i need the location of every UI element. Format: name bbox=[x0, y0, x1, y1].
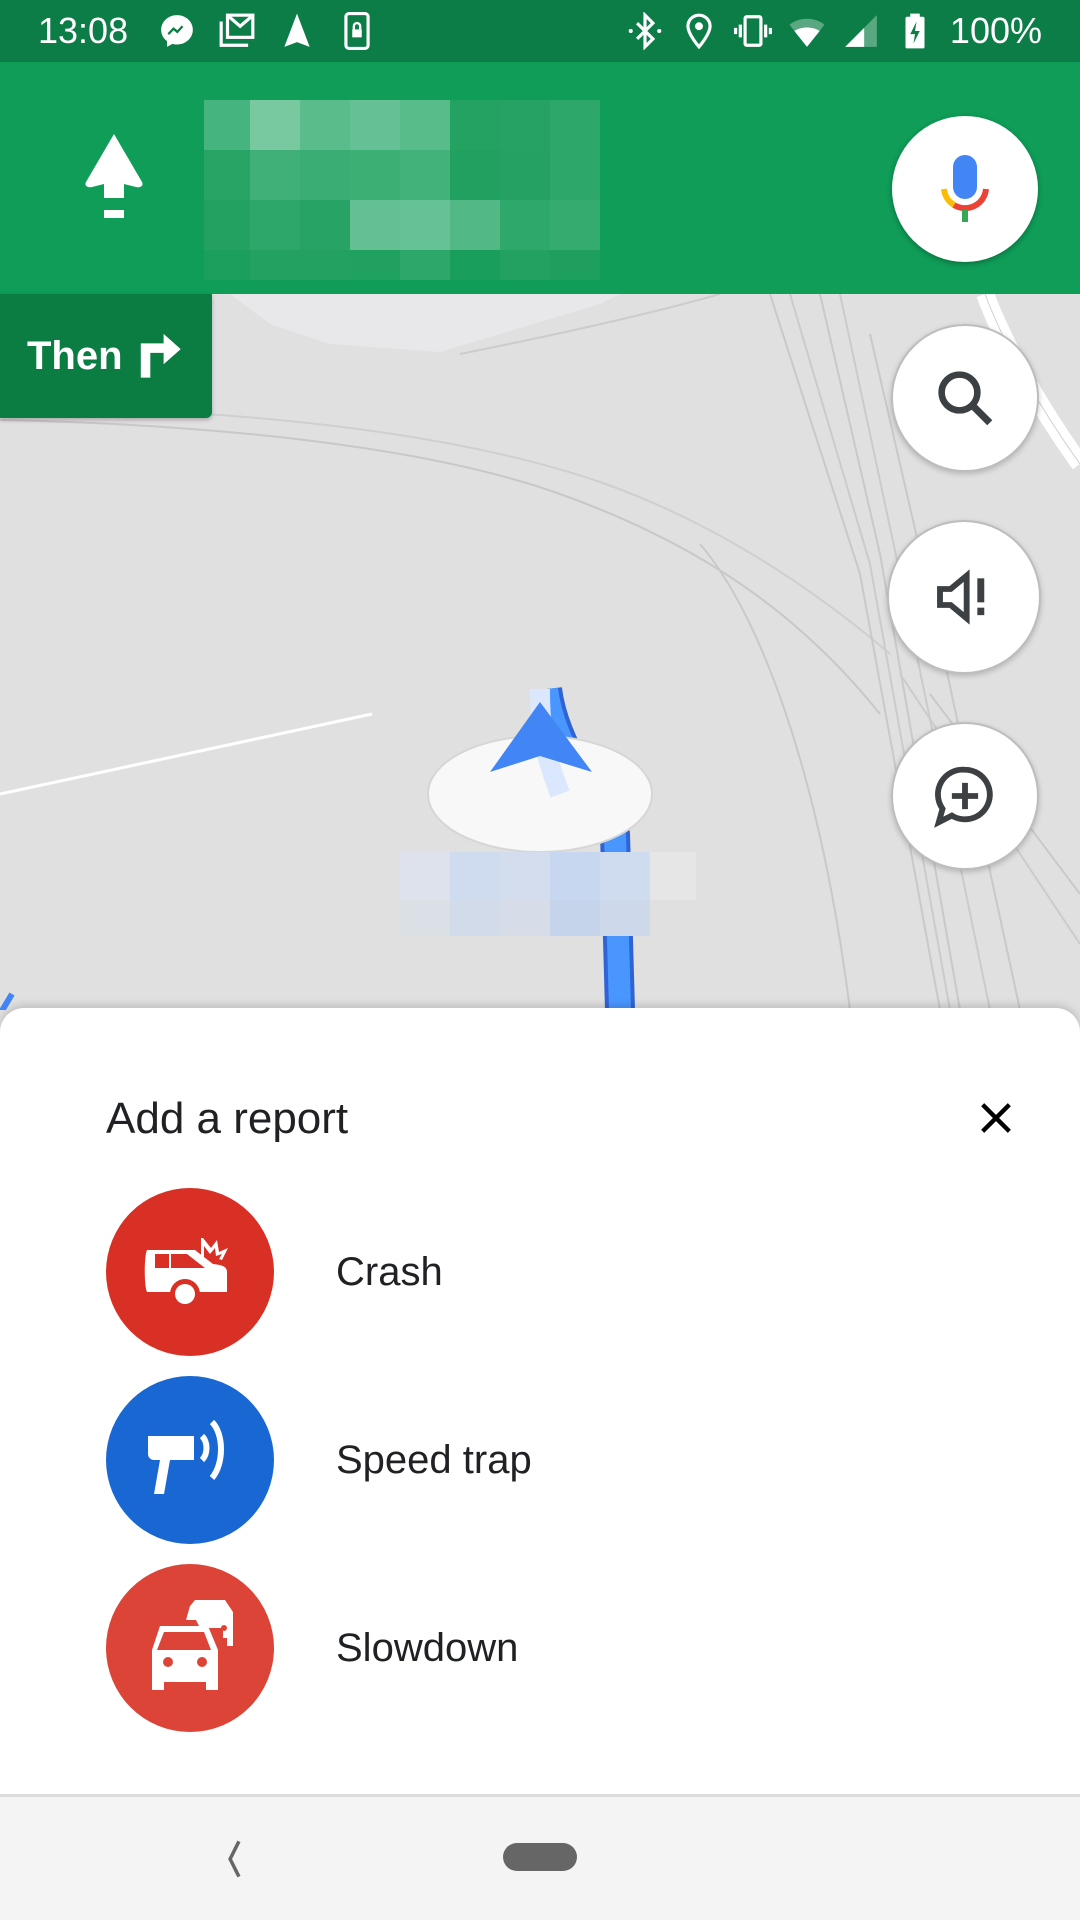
screen-lock-icon bbox=[344, 12, 370, 50]
location-icon bbox=[686, 13, 712, 50]
microphone-icon bbox=[941, 155, 989, 222]
crash-icon bbox=[144, 1238, 228, 1309]
search-button[interactable] bbox=[891, 324, 1039, 472]
slowdown-icon bbox=[152, 1600, 233, 1690]
bluetooth-icon bbox=[628, 12, 662, 50]
system-status-icons: 100% bbox=[626, 10, 1042, 52]
home-pill-icon[interactable] bbox=[503, 1843, 577, 1871]
report-label-speed-trap: Speed trap bbox=[336, 1437, 532, 1482]
close-icon bbox=[981, 1103, 1011, 1133]
then-label: Then bbox=[27, 333, 123, 378]
crash-icon-circle bbox=[106, 1188, 274, 1356]
status-bar: 13:08 100% bbox=[0, 0, 1080, 62]
sheet-title: Add a report bbox=[106, 1094, 349, 1143]
system-navigation-bar bbox=[0, 1797, 1080, 1920]
report-item-slowdown[interactable]: Slowdown bbox=[106, 1564, 906, 1732]
volume-alert-icon bbox=[937, 569, 985, 625]
gmail-icon bbox=[219, 13, 255, 47]
messenger-icon bbox=[161, 15, 193, 47]
status-time: 13:08 bbox=[38, 10, 129, 51]
report-label-slowdown: Slowdown bbox=[336, 1625, 519, 1670]
report-sheet: Add a report Crash Speed trap Slowdown bbox=[0, 1008, 1080, 1796]
report-item-crash[interactable]: Crash bbox=[106, 1188, 906, 1356]
notification-icons bbox=[158, 12, 376, 50]
vibrate-icon bbox=[733, 15, 772, 47]
straight-arrow-icon bbox=[85, 134, 143, 218]
slowdown-icon-circle bbox=[106, 1564, 274, 1732]
search-icon bbox=[938, 371, 993, 426]
turn-right-icon bbox=[140, 333, 181, 378]
add-report-button[interactable] bbox=[891, 722, 1039, 870]
close-button[interactable] bbox=[966, 1088, 1026, 1148]
battery-charging-icon bbox=[905, 13, 925, 49]
navigation-header bbox=[0, 62, 1080, 294]
report-item-speed-trap[interactable]: Speed trap bbox=[106, 1376, 906, 1544]
cell-signal-icon bbox=[845, 15, 877, 47]
speed-trap-icon-circle bbox=[106, 1376, 274, 1544]
battery-percent: 100% bbox=[949, 10, 1042, 51]
street-name-obscured bbox=[204, 100, 600, 280]
speed-trap-icon bbox=[148, 1419, 224, 1494]
voice-search-button[interactable] bbox=[892, 116, 1038, 262]
add-report-icon bbox=[934, 766, 993, 828]
mute-alerts-button[interactable] bbox=[887, 520, 1041, 674]
back-chevron-icon[interactable] bbox=[216, 1837, 256, 1881]
wifi-icon bbox=[789, 18, 825, 47]
report-label-crash: Crash bbox=[336, 1249, 443, 1294]
next-maneuver-chip[interactable]: Then bbox=[0, 294, 212, 418]
navigation-icon bbox=[284, 13, 310, 47]
